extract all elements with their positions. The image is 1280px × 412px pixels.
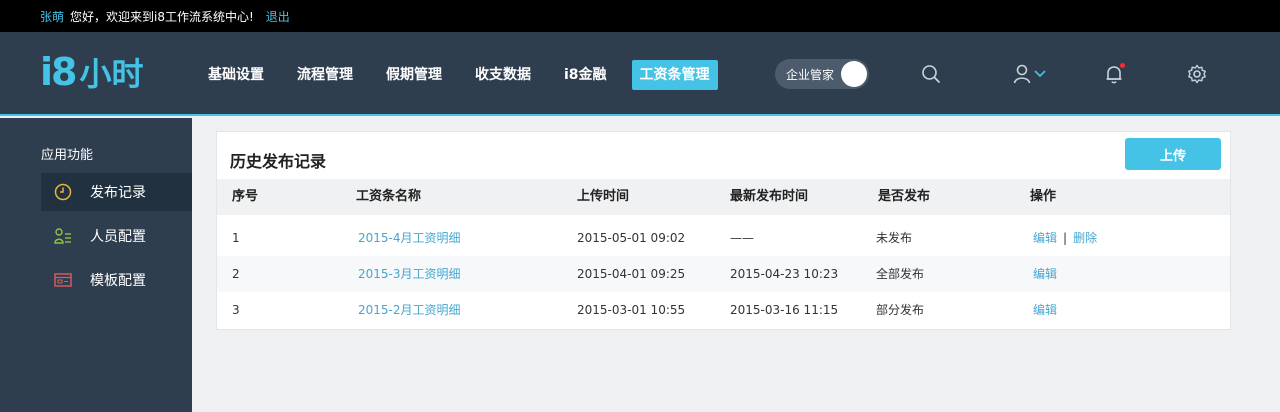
user-icon — [1013, 64, 1046, 84]
action-separator: | — [1063, 231, 1068, 245]
logo[interactable]: i8 小时 — [40, 50, 143, 94]
username[interactable]: 张萌 — [40, 8, 64, 25]
header: i8 小时 基础设置 流程管理 假期管理 收支数据 i8金融 工资条管理 企业管… — [0, 32, 1280, 116]
cell-name-link[interactable]: 2015-3月工资明细 — [358, 256, 461, 292]
nav-leave-management[interactable]: 假期管理 — [378, 60, 450, 90]
logo-i8: i8 — [40, 50, 77, 94]
column-header-upload-time: 上传时间 — [577, 189, 630, 204]
cell-no: 2 — [232, 267, 240, 281]
cell-upload-time: 2015-04-01 09:25 — [577, 267, 686, 281]
search-icon[interactable] — [920, 63, 942, 85]
nav-income-expense[interactable]: 收支数据 — [467, 60, 539, 90]
template-icon — [53, 270, 73, 290]
upload-button[interactable]: 上传 — [1125, 138, 1221, 170]
edit-link[interactable]: 编辑 — [1033, 267, 1057, 281]
sidebar-item-label: 模板配置 — [90, 273, 146, 289]
logo-text: 小时 — [79, 55, 144, 93]
cell-actions: 编辑 — [1033, 292, 1057, 328]
nav-basic-settings[interactable]: 基础设置 — [200, 60, 272, 90]
edit-link[interactable]: 编辑 — [1033, 303, 1057, 317]
delete-link[interactable]: 删除 — [1073, 231, 1097, 245]
notification-dot — [1120, 63, 1125, 68]
column-header-status: 是否发布 — [878, 189, 931, 204]
column-header-name: 工资条名称 — [356, 189, 422, 204]
edit-link[interactable]: 编辑 — [1033, 231, 1057, 245]
top-strip: 张萌 您好，欢迎来到i8工作流系统中心! 退出 — [0, 0, 1280, 32]
greeting-text: 您好，欢迎来到i8工作流系统中心! — [70, 9, 254, 24]
cell-no: 3 — [232, 303, 240, 317]
cell-upload-time: 2015-05-01 09:02 — [577, 231, 686, 245]
person-list-icon — [53, 226, 73, 246]
page-title: 历史发布记录 — [230, 152, 327, 171]
clock-icon — [53, 182, 73, 202]
nav-i8-finance[interactable]: i8金融 — [556, 60, 615, 90]
cell-status: 未发布 — [876, 231, 913, 245]
sidebar: 应用功能 发布记录 人员配置 模板配置 — [0, 118, 192, 412]
column-header-actions: 操作 — [1030, 189, 1057, 204]
cell-status: 全部发布 — [876, 267, 925, 281]
column-header-no: 序号 — [232, 189, 259, 204]
sidebar-item-template-config[interactable]: 模板配置 — [41, 261, 192, 299]
table-header: 序号 工资条名称 上传时间 最新发布时间 是否发布 操作 — [217, 179, 1230, 215]
cell-name-link[interactable]: 2015-2月工资明细 — [358, 292, 461, 328]
column-header-latest-publish: 最新发布时间 — [730, 189, 809, 204]
cell-name-link[interactable]: 2015-4月工资明细 — [358, 220, 461, 256]
cell-latest-publish: 2015-03-16 11:15 — [730, 303, 839, 317]
toggle-label: 企业管家 — [786, 67, 835, 82]
nav-process-management[interactable]: 流程管理 — [289, 60, 361, 90]
table-row: 2 2015-3月工资明细 2015-04-01 09:25 2015-04-2… — [217, 256, 1230, 292]
user-menu[interactable] — [1012, 63, 1050, 85]
main-nav: 基础设置 流程管理 假期管理 收支数据 i8金融 工资条管理 — [200, 60, 735, 90]
cell-actions: 编辑 — [1033, 256, 1057, 292]
publish-history-panel: 历史发布记录 上传 序号 工资条名称 上传时间 最新发布时间 是否发布 操作 1… — [216, 131, 1231, 330]
table-row: 1 2015-4月工资明细 2015-05-01 09:02 —— 未发布 编辑… — [217, 220, 1230, 256]
cell-status: 部分发布 — [876, 303, 925, 317]
sidebar-item-label: 发布记录 — [90, 185, 146, 201]
table-row: 3 2015-2月工资明细 2015-03-01 10:55 2015-03-1… — [217, 292, 1230, 328]
cell-actions: 编辑 | 删除 — [1033, 220, 1097, 256]
nav-payslip-management[interactable]: 工资条管理 — [631, 60, 718, 90]
cell-upload-time: 2015-03-01 10:55 — [577, 303, 686, 317]
enterprise-manager-toggle[interactable]: 企业管家 — [775, 59, 869, 89]
toggle-knob — [841, 61, 867, 87]
cell-latest-publish: —— — [730, 231, 754, 245]
gear-icon[interactable] — [1186, 63, 1208, 85]
sidebar-section-title: 应用功能 — [41, 148, 94, 163]
logout-link[interactable]: 退出 — [266, 8, 290, 25]
sidebar-item-label: 人员配置 — [90, 229, 146, 245]
sidebar-item-staff-config[interactable]: 人员配置 — [41, 217, 192, 255]
sidebar-item-publish-records[interactable]: 发布记录 — [41, 173, 192, 211]
bell-icon[interactable] — [1103, 63, 1125, 85]
cell-latest-publish: 2015-04-23 10:23 — [730, 267, 839, 281]
cell-no: 1 — [232, 231, 240, 245]
